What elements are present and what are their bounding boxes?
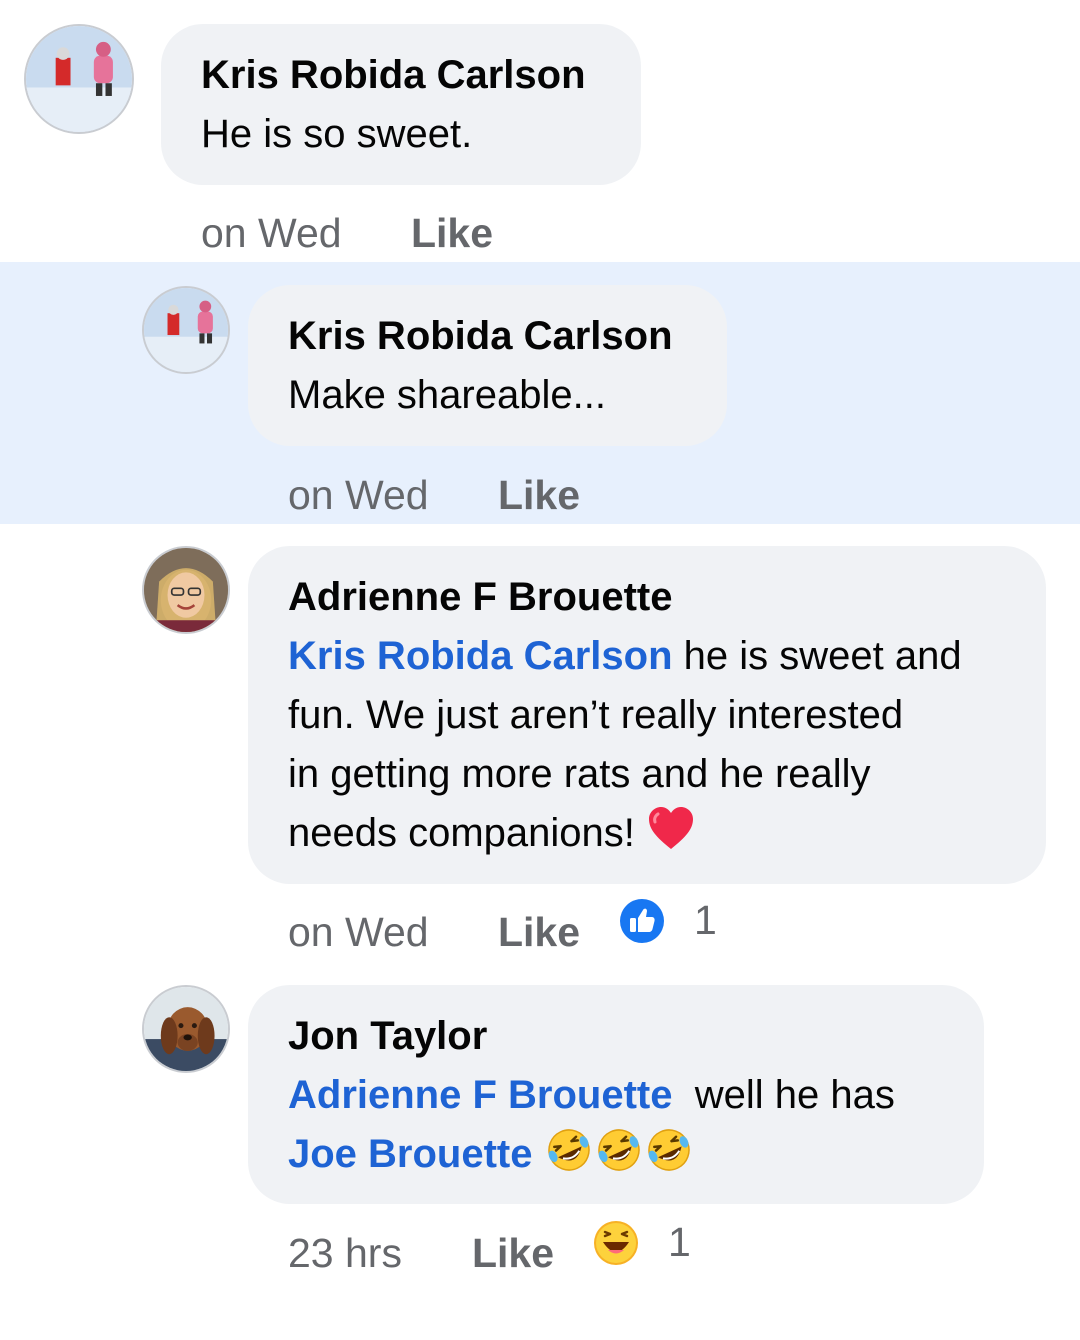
comment-text-line: needs companions! [288, 804, 696, 863]
reaction-count[interactable]: 1 [668, 1218, 691, 1266]
comment-bubble: Adrienne F Brouette Kris Robida Carlson … [248, 546, 1046, 884]
comment-text-line: Adrienne F Brouette well he has [288, 1066, 895, 1125]
comment-meta: on Wed [288, 471, 429, 519]
comment-bubble: Jon Taylor Adrienne F Brouette well he h… [248, 985, 984, 1204]
comment-text: he is sweet and [672, 634, 962, 678]
avatar[interactable] [142, 985, 230, 1073]
like-button[interactable]: Like [498, 471, 580, 519]
like-button[interactable]: Like [472, 1229, 554, 1277]
rolling-on-floor-laughing-icon [544, 1125, 594, 1175]
avatar[interactable] [142, 286, 230, 374]
comment-author[interactable]: Kris Robida Carlson [201, 51, 586, 99]
comment-time[interactable]: on Wed [288, 472, 429, 518]
comment-time[interactable]: on Wed [201, 210, 342, 256]
red-heart-emoji-icon [646, 804, 696, 854]
rolling-on-floor-laughing-icon [594, 1125, 644, 1175]
comment-author[interactable]: Jon Taylor [288, 1012, 487, 1060]
comment-bubble: Kris Robida Carlson Make shareable... [248, 285, 727, 446]
comment-meta: on Wed [288, 908, 429, 956]
avatar[interactable] [142, 546, 230, 634]
comment-text: Make shareable... [288, 373, 606, 417]
comment-time[interactable]: on Wed [288, 909, 429, 955]
comment-meta: on Wed [201, 209, 342, 257]
comment-time[interactable]: 23 hrs [288, 1230, 402, 1276]
comment-text-line: Kris Robida Carlson he is sweet and [288, 627, 962, 686]
comment-author[interactable]: Kris Robida Carlson [288, 312, 673, 360]
comment-text-line: in getting more rats and he really [288, 752, 871, 796]
comment-meta: 23 hrs [288, 1229, 402, 1277]
haha-reaction-icon[interactable] [593, 1220, 639, 1266]
like-reaction-icon[interactable] [619, 898, 665, 944]
comment-text: well he has [672, 1073, 895, 1117]
reaction-count[interactable]: 1 [694, 896, 717, 944]
avatar[interactable] [24, 24, 134, 134]
comment-text-line: Joe Brouette [288, 1125, 694, 1184]
like-button[interactable]: Like [498, 908, 580, 956]
rolling-on-floor-laughing-icon [644, 1125, 694, 1175]
laughing-emoji-group [544, 1129, 694, 1176]
comment-text-line: fun. We just aren’t really interested [288, 693, 904, 737]
like-button[interactable]: Like [411, 209, 493, 257]
comment-author[interactable]: Adrienne F Brouette [288, 573, 672, 621]
mention-link[interactable]: Adrienne F Brouette [288, 1073, 672, 1117]
comment-bubble: Kris Robida Carlson He is so sweet. [161, 24, 641, 185]
comment-text: needs companions! [288, 811, 647, 855]
mention-link[interactable]: Kris Robida Carlson [288, 634, 673, 678]
mention-link[interactable]: Joe Brouette [288, 1132, 533, 1176]
comment-text: He is so sweet. [201, 112, 473, 156]
